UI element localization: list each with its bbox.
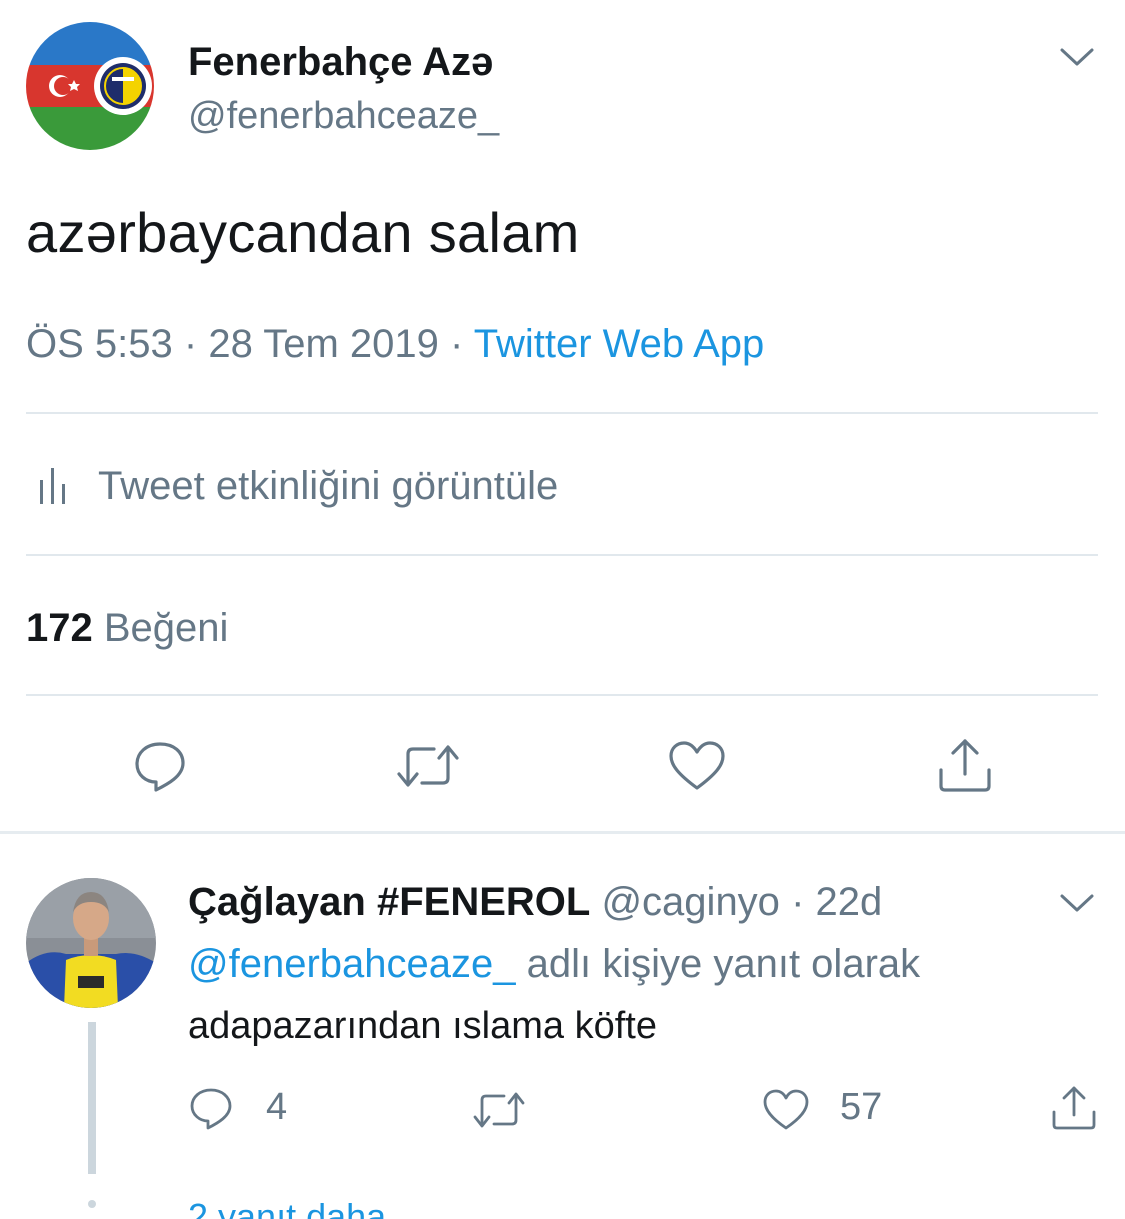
reply-header: Çağlayan #FENEROL @caginyo · 22d (188, 880, 882, 925)
reply-separator: · (791, 880, 805, 924)
tweet-date[interactable]: 28 Tem 2019 (208, 322, 439, 366)
likes-label: Beğeni (103, 606, 229, 650)
meta-separator: · (183, 322, 198, 366)
show-more-replies-link[interactable]: 2 yanıt daha (188, 1196, 386, 1219)
share-icon[interactable] (936, 736, 994, 794)
author-name[interactable]: Fenerbahçe Azə (188, 40, 493, 85)
section-divider (0, 831, 1125, 834)
reply-author-handle[interactable]: @caginyo (601, 880, 779, 924)
reply-like-count: 57 (840, 1086, 883, 1128)
replying-to: @fenerbahceaze_ adlı kişiye yanıt olarak (188, 942, 920, 987)
author-handle[interactable]: @fenerbahceaze_ (188, 95, 499, 138)
reply-icon[interactable] (132, 738, 188, 794)
likes-count: 172 (26, 606, 93, 650)
reply-author-avatar[interactable] (26, 878, 156, 1008)
reply-to-suffix: adlı kişiye yanıt olarak (515, 942, 921, 986)
share-icon[interactable] (1050, 1084, 1098, 1132)
fenerbahce-aze-logo-icon (26, 22, 154, 150)
view-tweet-activity-button[interactable]: Tweet etkinliğini görüntüle (38, 464, 558, 508)
meta-separator: · (450, 322, 464, 366)
divider (26, 412, 1098, 414)
heart-icon[interactable] (762, 1088, 810, 1132)
chevron-down-icon[interactable] (1058, 888, 1096, 918)
retweet-icon[interactable] (472, 1088, 526, 1132)
retweet-icon[interactable] (396, 740, 460, 792)
likes-stat[interactable]: 172 Beğeni (26, 606, 228, 651)
tweet-text: azərbaycandan salam (26, 201, 580, 264)
divider (26, 554, 1098, 556)
reply-author-name[interactable]: Çağlayan #FENEROL (188, 880, 590, 924)
reply-to-mention-link[interactable]: @fenerbahceaze_ (188, 942, 516, 986)
tweet-meta: ÖS 5:53 · 28 Tem 2019 · Twitter Web App (26, 322, 764, 367)
chevron-down-icon[interactable] (1058, 42, 1096, 72)
reply-icon[interactable] (188, 1086, 234, 1132)
thread-dot (88, 1200, 96, 1208)
reply-avatar-photo-icon (26, 878, 156, 1008)
view-tweet-activity-label: Tweet etkinliğini görüntüle (98, 463, 559, 508)
analytics-icon (40, 468, 65, 504)
tweet-detail-page: Fenerbahçe Azə @fenerbahceaze_ azərbayca… (0, 0, 1125, 1219)
reply-text: adapazarından ıslama köfte (188, 1005, 657, 1047)
reply-count: 4 (266, 1086, 288, 1128)
reply-timestamp[interactable]: 22d (816, 880, 883, 924)
thread-line (88, 1022, 96, 1174)
divider (26, 694, 1098, 696)
author-avatar[interactable] (26, 22, 154, 150)
tweet-time[interactable]: ÖS 5:53 (26, 322, 173, 366)
tweet-source-link[interactable]: Twitter Web App (474, 322, 765, 366)
heart-icon[interactable] (668, 740, 726, 792)
